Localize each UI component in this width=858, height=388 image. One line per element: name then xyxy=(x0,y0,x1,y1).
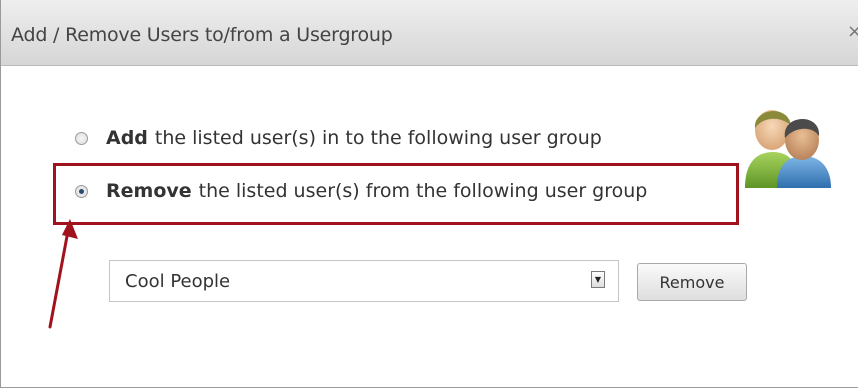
usergroup-select-value: Cool People xyxy=(125,271,231,292)
dialog-titlebar: Add / Remove Users to/from a Usergroup × xyxy=(1,0,858,66)
add-option-keyword: Add xyxy=(106,127,148,149)
dialog-title: Add / Remove Users to/from a Usergroup xyxy=(11,24,393,46)
usergroup-select[interactable]: Cool People ▼ xyxy=(109,260,619,302)
close-icon[interactable]: × xyxy=(847,21,858,42)
add-radio[interactable] xyxy=(75,131,88,145)
users-group-icon xyxy=(745,110,831,188)
usergroup-dialog: Add / Remove Users to/from a Usergroup ×… xyxy=(0,0,858,388)
add-option[interactable]: Add the listed user(s) in to the followi… xyxy=(75,124,602,152)
chevron-down-icon[interactable]: ▼ xyxy=(591,271,605,288)
add-option-label: the listed user(s) in to the following u… xyxy=(154,127,602,149)
arrow-annotation-icon xyxy=(48,219,78,329)
highlight-box xyxy=(53,163,739,225)
remove-button[interactable]: Remove xyxy=(637,263,747,301)
